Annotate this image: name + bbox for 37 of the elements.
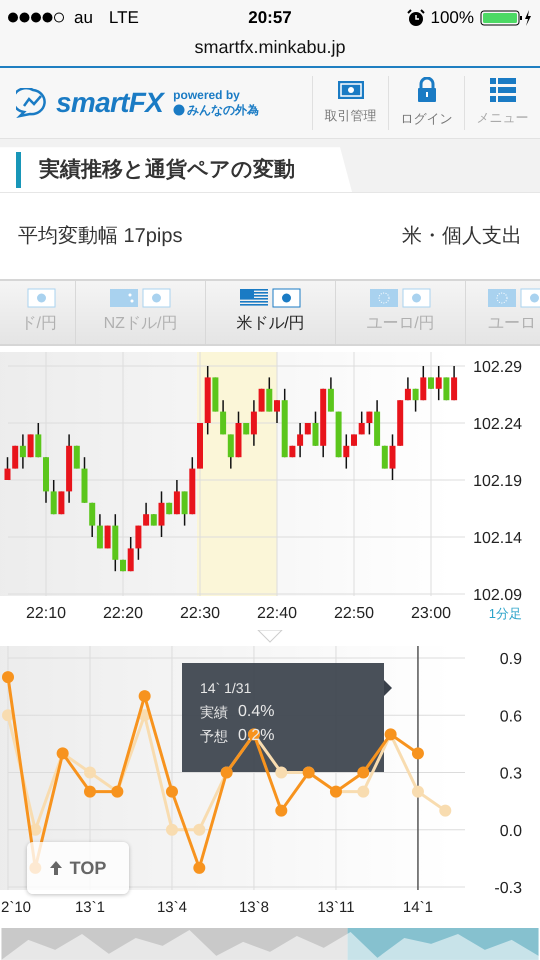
axis-label: 2`10 — [0, 899, 32, 916]
network-label: LTE — [108, 7, 139, 30]
time-label: 22:30 — [180, 605, 220, 622]
price-label: 102.14 — [473, 530, 522, 548]
axis-label: 13`11 — [317, 899, 355, 916]
axis-label: 0.0 — [500, 822, 522, 840]
timeframe-label: 1分足 — [488, 606, 522, 622]
logo-tagline: powered by — [173, 88, 241, 103]
axis-label: 13`8 — [238, 899, 269, 916]
price-label: 102.24 — [473, 416, 522, 434]
time-label: 22:40 — [256, 605, 298, 622]
carrier-label: au — [74, 7, 93, 30]
time-label: 23:00 — [410, 605, 452, 622]
brand-text: みんなの外為 — [187, 102, 260, 118]
section-title: 実績推移と通貨ペアの変動 — [39, 156, 295, 183]
time-label: 22:50 — [334, 605, 374, 622]
logo-text: smartFX — [56, 86, 164, 120]
axis-label: -0.3 — [494, 880, 522, 898]
price-label: 102.09 — [473, 587, 522, 604]
axis-label: 0.3 — [500, 766, 522, 783]
axis-label: 0.6 — [500, 708, 522, 726]
indicator-name: 米・個人支出 — [402, 224, 522, 249]
average-range-text: 平均変動幅 17pips — [18, 224, 182, 249]
tooltip-label: 予想 — [200, 727, 228, 746]
clock-time: 20:57 — [247, 7, 293, 30]
axis-label: 13`4 — [156, 899, 187, 916]
tooltip-label: 実績 — [200, 703, 228, 722]
time-label: 22:20 — [102, 605, 144, 622]
axis-label: 13`1 — [74, 899, 105, 916]
battery-percent: 100% — [430, 7, 474, 30]
tooltip-value: 0.4% — [238, 702, 274, 722]
price-label: 102.19 — [473, 473, 522, 490]
axis-label: 0.9 — [500, 651, 522, 668]
axis-label: 14`1 — [402, 899, 433, 916]
time-label: 22:10 — [26, 605, 66, 622]
tooltip-date: 14` 1/31 — [200, 679, 252, 698]
price-label: 102.29 — [473, 359, 522, 376]
